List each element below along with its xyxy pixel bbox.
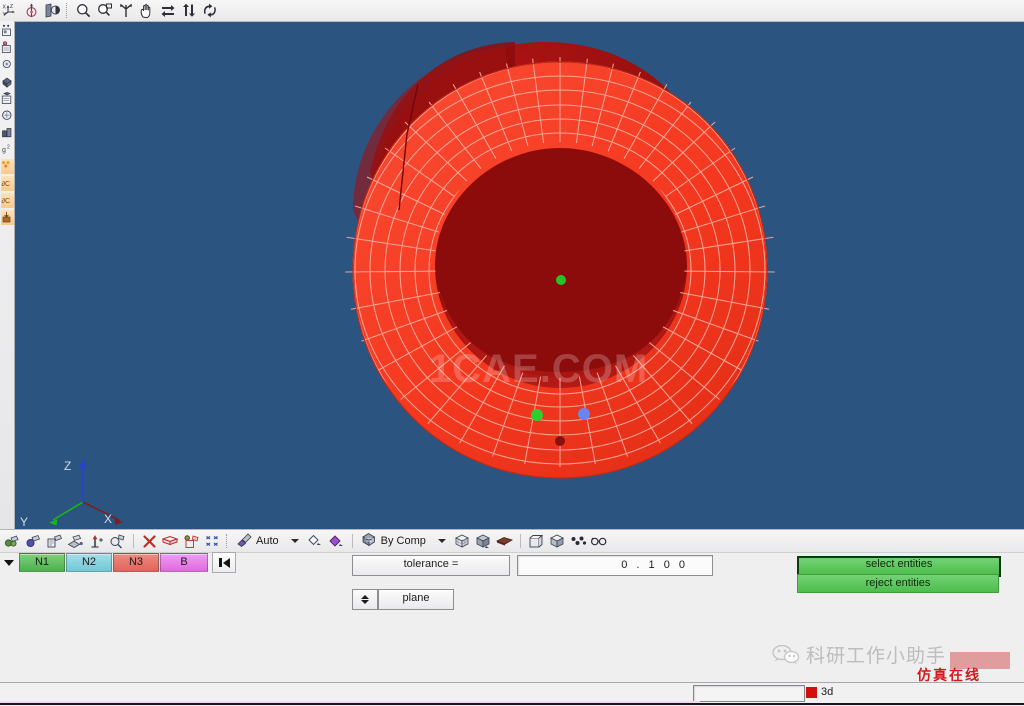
selector-n3[interactable]: N3 — [113, 553, 159, 572]
global-axis-icon[interactable]: X Z Y — [1, 1, 20, 20]
rewind-icon — [218, 557, 230, 568]
mode-color-swatch — [806, 686, 817, 698]
sidebar-connectors-icon[interactable] — [1, 57, 14, 72]
selector-b[interactable]: B — [160, 553, 208, 572]
node-marker-green-lower — [531, 409, 543, 421]
zoom-window-icon[interactable] — [95, 1, 114, 20]
shaded-features-icon[interactable] — [495, 532, 514, 551]
status-message-field[interactable] — [693, 685, 805, 702]
selector-n1[interactable]: N1 — [19, 553, 65, 572]
spinner-up-icon — [361, 595, 369, 599]
axis-triad — [49, 460, 123, 525]
svg-text:∂C: ∂C — [2, 198, 11, 205]
chevron-down-icon-2[interactable] — [437, 539, 446, 543]
auto-color-combo[interactable]: Auto — [234, 532, 304, 550]
entity-toolbar-separator-1 — [133, 534, 134, 548]
left-sidebar: g 2 ∂C ∂C — [0, 21, 15, 531]
collapse-arrow-icon[interactable] — [4, 559, 14, 566]
display-elements-icon[interactable] — [24, 532, 43, 551]
tolerance-button[interactable]: tolerance = — [352, 555, 510, 576]
zoom-icon[interactable] — [74, 1, 93, 20]
rotate-left-icon[interactable] — [158, 1, 177, 20]
sidebar-optimization-icon[interactable]: ∂C — [0, 176, 14, 191]
isolate-display-icon[interactable] — [182, 532, 201, 551]
chevron-down-icon[interactable] — [290, 539, 299, 543]
color-picker-icon[interactable] — [306, 532, 325, 551]
sidebar-geometry-icon[interactable] — [1, 23, 14, 38]
svg-text:∂C: ∂C — [2, 181, 11, 188]
display-systems-icon[interactable] — [66, 532, 85, 551]
color-by-comp-icon — [361, 532, 378, 550]
display-geometry-icon[interactable] — [3, 532, 22, 551]
mode-indicator: 3d — [806, 686, 833, 698]
reverse-display-icon[interactable] — [161, 532, 180, 551]
shrink-elements-icon[interactable] — [203, 532, 222, 551]
tolerance-value-field[interactable]: 0 . 1 0 0 — [517, 555, 713, 576]
spinner-down-icon — [361, 600, 369, 604]
sidebar-properties-icon[interactable] — [1, 91, 14, 106]
top-toolbar: X Z Y — [0, 0, 1024, 22]
sidebar-analysis-icon[interactable] — [1, 108, 14, 123]
rotate-updown-icon[interactable] — [179, 1, 198, 20]
auto-color-label: Auto — [256, 535, 279, 547]
shaded-mesh-lines-icon[interactable] — [474, 532, 493, 551]
selector-n2[interactable]: N2 — [66, 553, 112, 572]
mesh-model[interactable] — [15, 22, 1024, 529]
entity-display-toolbar: Auto By Comp — [0, 530, 1024, 553]
color-fill-icon[interactable] — [327, 532, 346, 551]
svg-text:Z: Z — [10, 4, 13, 10]
entity-toolbar-separator-3 — [519, 534, 521, 548]
visualization-glasses-icon[interactable] — [590, 532, 609, 551]
node-marker-red-lower — [555, 436, 565, 446]
sidebar-utility-icon[interactable]: ∂C — [0, 193, 14, 208]
plane-type-spinner[interactable] — [352, 589, 378, 610]
plane-button[interactable]: plane — [378, 589, 454, 610]
display-vectors-icon[interactable] — [87, 532, 106, 551]
rotate-free-icon[interactable] — [200, 1, 219, 20]
node-marker-green-center — [556, 275, 566, 285]
fit-view-icon[interactable] — [116, 1, 135, 20]
solid-transparent-icon[interactable] — [527, 532, 546, 551]
sidebar-export-icon[interactable] — [0, 210, 14, 225]
by-comp-combo[interactable]: By Comp — [359, 533, 451, 550]
sidebar-tool-icon[interactable] — [1, 125, 14, 140]
svg-text:g: g — [2, 147, 6, 154]
by-comp-label: By Comp — [380, 535, 426, 547]
pan-hand-icon[interactable] — [137, 1, 156, 20]
reject-entities-button[interactable]: reject entities — [797, 574, 999, 593]
bottom-panel: Auto By Comp N1 N2 N3 B tolerance = 0 . … — [0, 529, 1024, 682]
shaded-view-icon[interactable] — [43, 1, 62, 20]
toolbar-separator-1 — [66, 3, 70, 18]
sidebar-mesh-icon[interactable] — [1, 40, 14, 55]
node-marker-blue-lower — [578, 408, 590, 420]
sidebar-bc-icon[interactable] — [0, 159, 14, 174]
entity-toolbar-separator-2 — [351, 534, 353, 548]
paint-auto-icon — [236, 532, 253, 550]
sidebar-materials-icon[interactable] — [1, 74, 14, 89]
entity-toolbar-handle-1 — [226, 534, 230, 548]
display-masked-icon[interactable] — [108, 532, 127, 551]
display-loads-icon[interactable] — [45, 532, 64, 551]
svg-text:X: X — [3, 5, 7, 11]
rotate-view-icon[interactable] — [22, 1, 41, 20]
sidebar-post-icon[interactable]: g 2 — [1, 142, 14, 157]
element-handles-icon[interactable] — [569, 532, 588, 551]
mode-label: 3d — [821, 686, 834, 698]
application-window: X Z Y g 2 ∂C ∂C 1CAE.COM Z Y X Auto By C… — [0, 0, 1024, 706]
clear-display-icon[interactable] — [140, 532, 159, 551]
graphics-viewport[interactable]: 1CAE.COM Z Y X — [15, 22, 1024, 529]
svg-text:2: 2 — [7, 145, 10, 151]
wireframe-mesh-lines-icon[interactable] — [453, 532, 472, 551]
shaded-solid-icon[interactable] — [548, 532, 567, 551]
reset-selection-button[interactable] — [212, 552, 236, 573]
